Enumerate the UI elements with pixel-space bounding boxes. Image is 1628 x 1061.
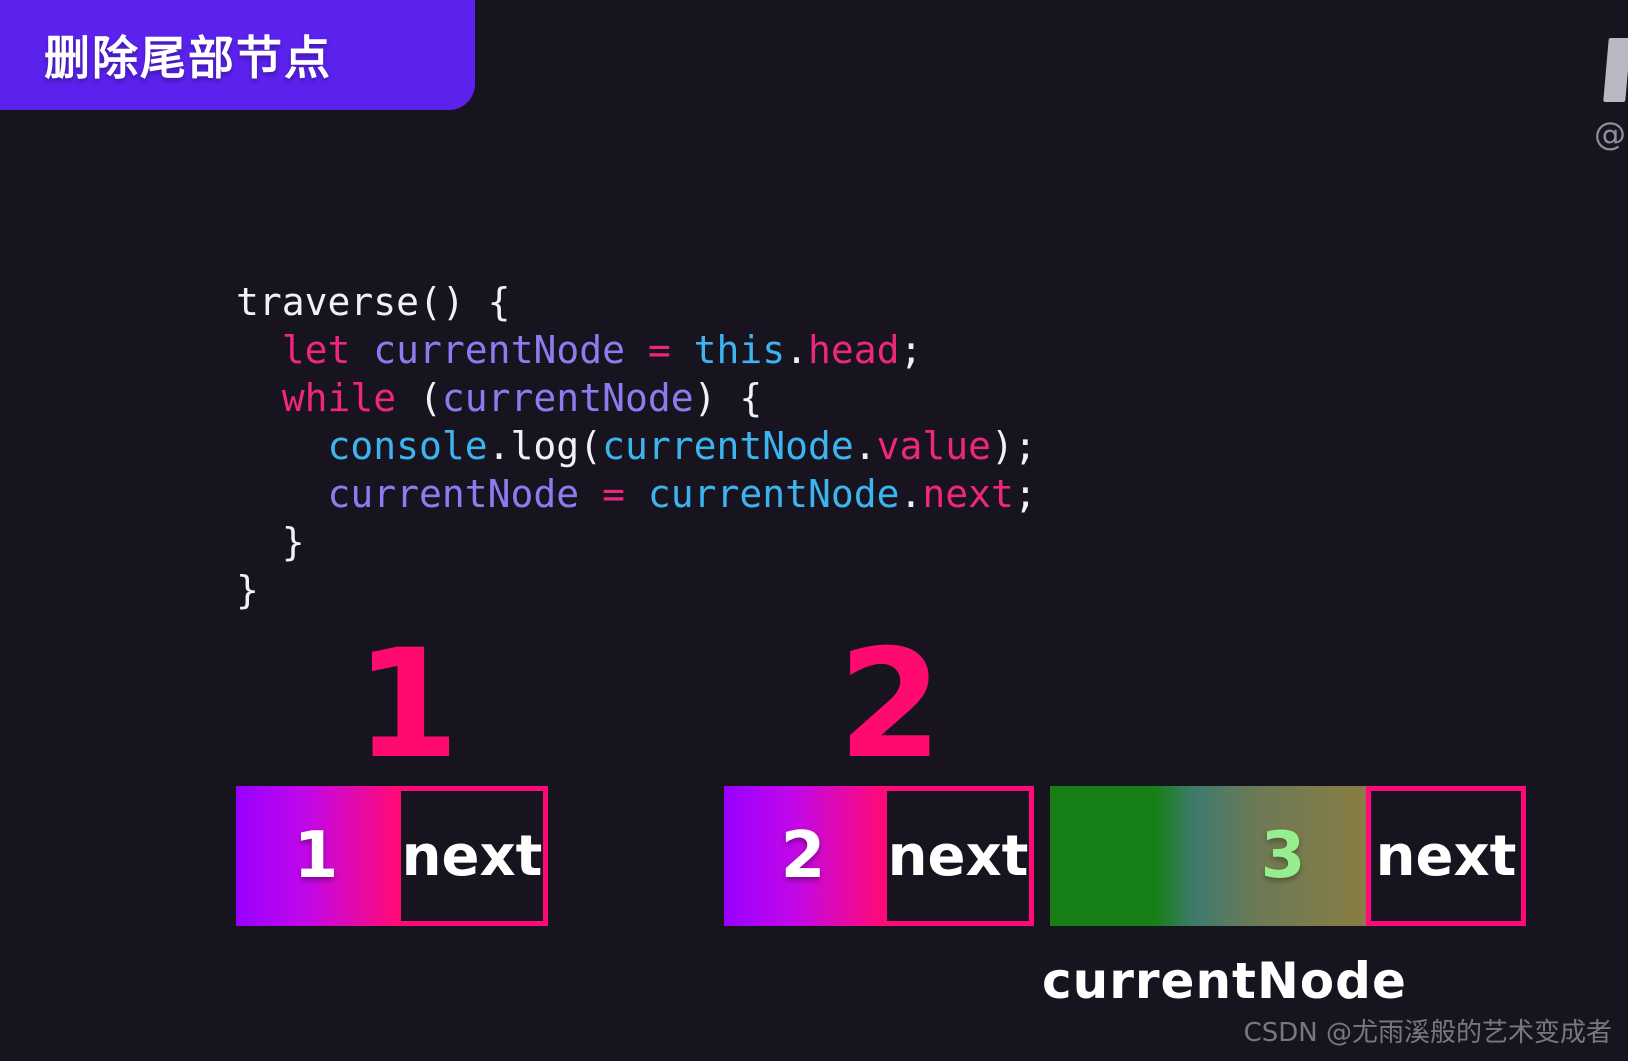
linked-list-diagram: 1 next 2 next 3 next bbox=[0, 786, 1628, 926]
node-next-label: next bbox=[401, 823, 543, 889]
code-token: console bbox=[327, 424, 488, 468]
code-token: .log( bbox=[487, 424, 603, 468]
code-token: . bbox=[785, 328, 809, 372]
current-node-pointer-label: currentNode bbox=[1042, 952, 1407, 1010]
code-token: traverse() { bbox=[236, 280, 511, 324]
code-token: } bbox=[236, 568, 259, 612]
code-token: this bbox=[693, 328, 786, 372]
code-token: = bbox=[602, 472, 625, 516]
node-next-cell: next bbox=[1366, 786, 1526, 926]
code-token: . bbox=[899, 472, 923, 516]
node-value-label: 1 bbox=[293, 819, 339, 893]
node-value-label: 2 bbox=[780, 819, 826, 893]
logo-mark-icon bbox=[1588, 38, 1628, 108]
code-token: . bbox=[853, 424, 877, 468]
code-token: ( bbox=[396, 376, 442, 420]
at-symbol-icon: @ bbox=[1594, 115, 1626, 153]
node-value-cell: 1 bbox=[236, 786, 396, 926]
code-token: } bbox=[236, 520, 305, 564]
node-value-cell-highlighted: 3 bbox=[1050, 786, 1366, 926]
list-node-3: 3 next bbox=[1050, 786, 1526, 926]
logo-mark-shape bbox=[1603, 38, 1628, 102]
code-token: ); bbox=[991, 424, 1037, 468]
code-line-7: } bbox=[236, 566, 1037, 614]
code-token: next bbox=[922, 472, 1014, 516]
code-token: currentNode bbox=[373, 328, 625, 372]
node-value-label: 3 bbox=[1260, 819, 1306, 893]
title-banner: 删除尾部节点 bbox=[0, 0, 475, 110]
code-token: = bbox=[647, 328, 671, 372]
node-next-label: next bbox=[1375, 823, 1517, 889]
code-token: currentNode bbox=[441, 376, 694, 420]
node-next-label: next bbox=[887, 823, 1029, 889]
code-line-3: while (currentNode) { bbox=[236, 374, 1037, 422]
code-line-4: console.log(currentNode.value); bbox=[236, 422, 1037, 470]
step-number-2: 2 bbox=[838, 618, 943, 792]
code-line-2: let currentNode = this.head; bbox=[236, 326, 1037, 374]
code-token: while bbox=[281, 376, 397, 420]
list-node-1: 1 next bbox=[236, 786, 548, 926]
slide-canvas: 删除尾部节点 @ traverse() { let currentNode = … bbox=[0, 0, 1628, 1061]
code-token: value bbox=[876, 424, 992, 468]
watermark: CSDN @尤雨溪般的艺术变成者 bbox=[1243, 1018, 1612, 1048]
code-token: ) { bbox=[693, 376, 763, 420]
code-line-5: currentNode = currentNode.next; bbox=[236, 470, 1037, 518]
code-token: currentNode bbox=[602, 424, 854, 468]
list-node-2: 2 next bbox=[724, 786, 1034, 926]
step-number-1: 1 bbox=[355, 618, 460, 792]
code-token: ; bbox=[1013, 472, 1037, 516]
code-token: head bbox=[808, 328, 900, 372]
code-token: let bbox=[281, 328, 351, 372]
page-title: 删除尾部节点 bbox=[44, 31, 332, 85]
node-value-cell: 2 bbox=[724, 786, 882, 926]
code-line-6: } bbox=[236, 518, 1037, 566]
node-next-cell: next bbox=[882, 786, 1034, 926]
code-token: currentNode bbox=[327, 472, 580, 516]
node-next-cell: next bbox=[396, 786, 548, 926]
code-token: ; bbox=[899, 328, 923, 372]
code-line-1: traverse() { bbox=[236, 278, 1037, 326]
code-block: traverse() { let currentNode = this.head… bbox=[236, 278, 1037, 614]
code-token: currentNode bbox=[647, 472, 900, 516]
